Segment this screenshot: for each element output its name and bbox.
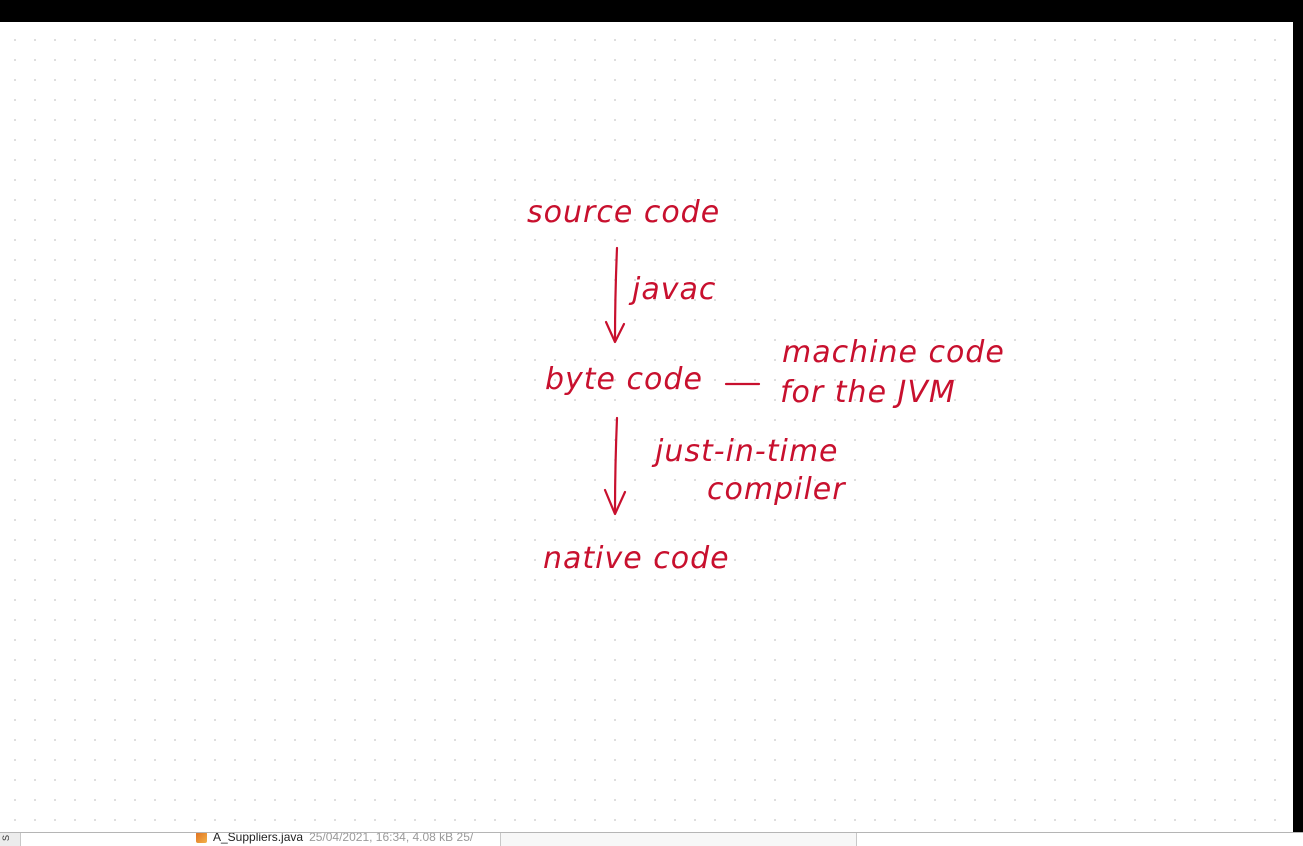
screen-top-bar bbox=[0, 0, 1303, 22]
window-right-edge bbox=[1293, 22, 1303, 832]
label-javac: javac bbox=[632, 272, 717, 307]
label-source-code: source code bbox=[527, 195, 721, 230]
whiteboard-canvas[interactable]: source code javac byte code machine code… bbox=[0, 22, 1293, 832]
label-compiler: compiler bbox=[707, 472, 846, 507]
background-window-strip: S A_Suppliers.java 25/04/2021, 16:34, 4.0… bbox=[0, 832, 1303, 846]
label-machine-code: machine code bbox=[782, 335, 1005, 370]
label-for-the-jvm: for the JVM bbox=[780, 375, 956, 410]
java-file-icon bbox=[196, 833, 207, 844]
label-byte-code: byte code bbox=[545, 362, 703, 397]
arrow-down-javac-shaft bbox=[613, 246, 619, 342]
right-panel bbox=[856, 833, 1303, 846]
middle-panel bbox=[500, 833, 857, 846]
label-native-code: native code bbox=[543, 541, 730, 576]
label-just-in-time: just-in-time bbox=[655, 434, 839, 469]
ink-strokes bbox=[603, 246, 761, 516]
side-label: S bbox=[1, 834, 12, 842]
file-list-item[interactable]: A_Suppliers.java 25/04/2021, 16:34, 4.08 … bbox=[196, 832, 474, 844]
arrow-down-jit-shaft bbox=[613, 416, 619, 514]
file-meta: 25/04/2021, 16:34, 4.08 kB 25/ bbox=[309, 832, 474, 844]
file-name: A_Suppliers.java bbox=[213, 832, 304, 844]
